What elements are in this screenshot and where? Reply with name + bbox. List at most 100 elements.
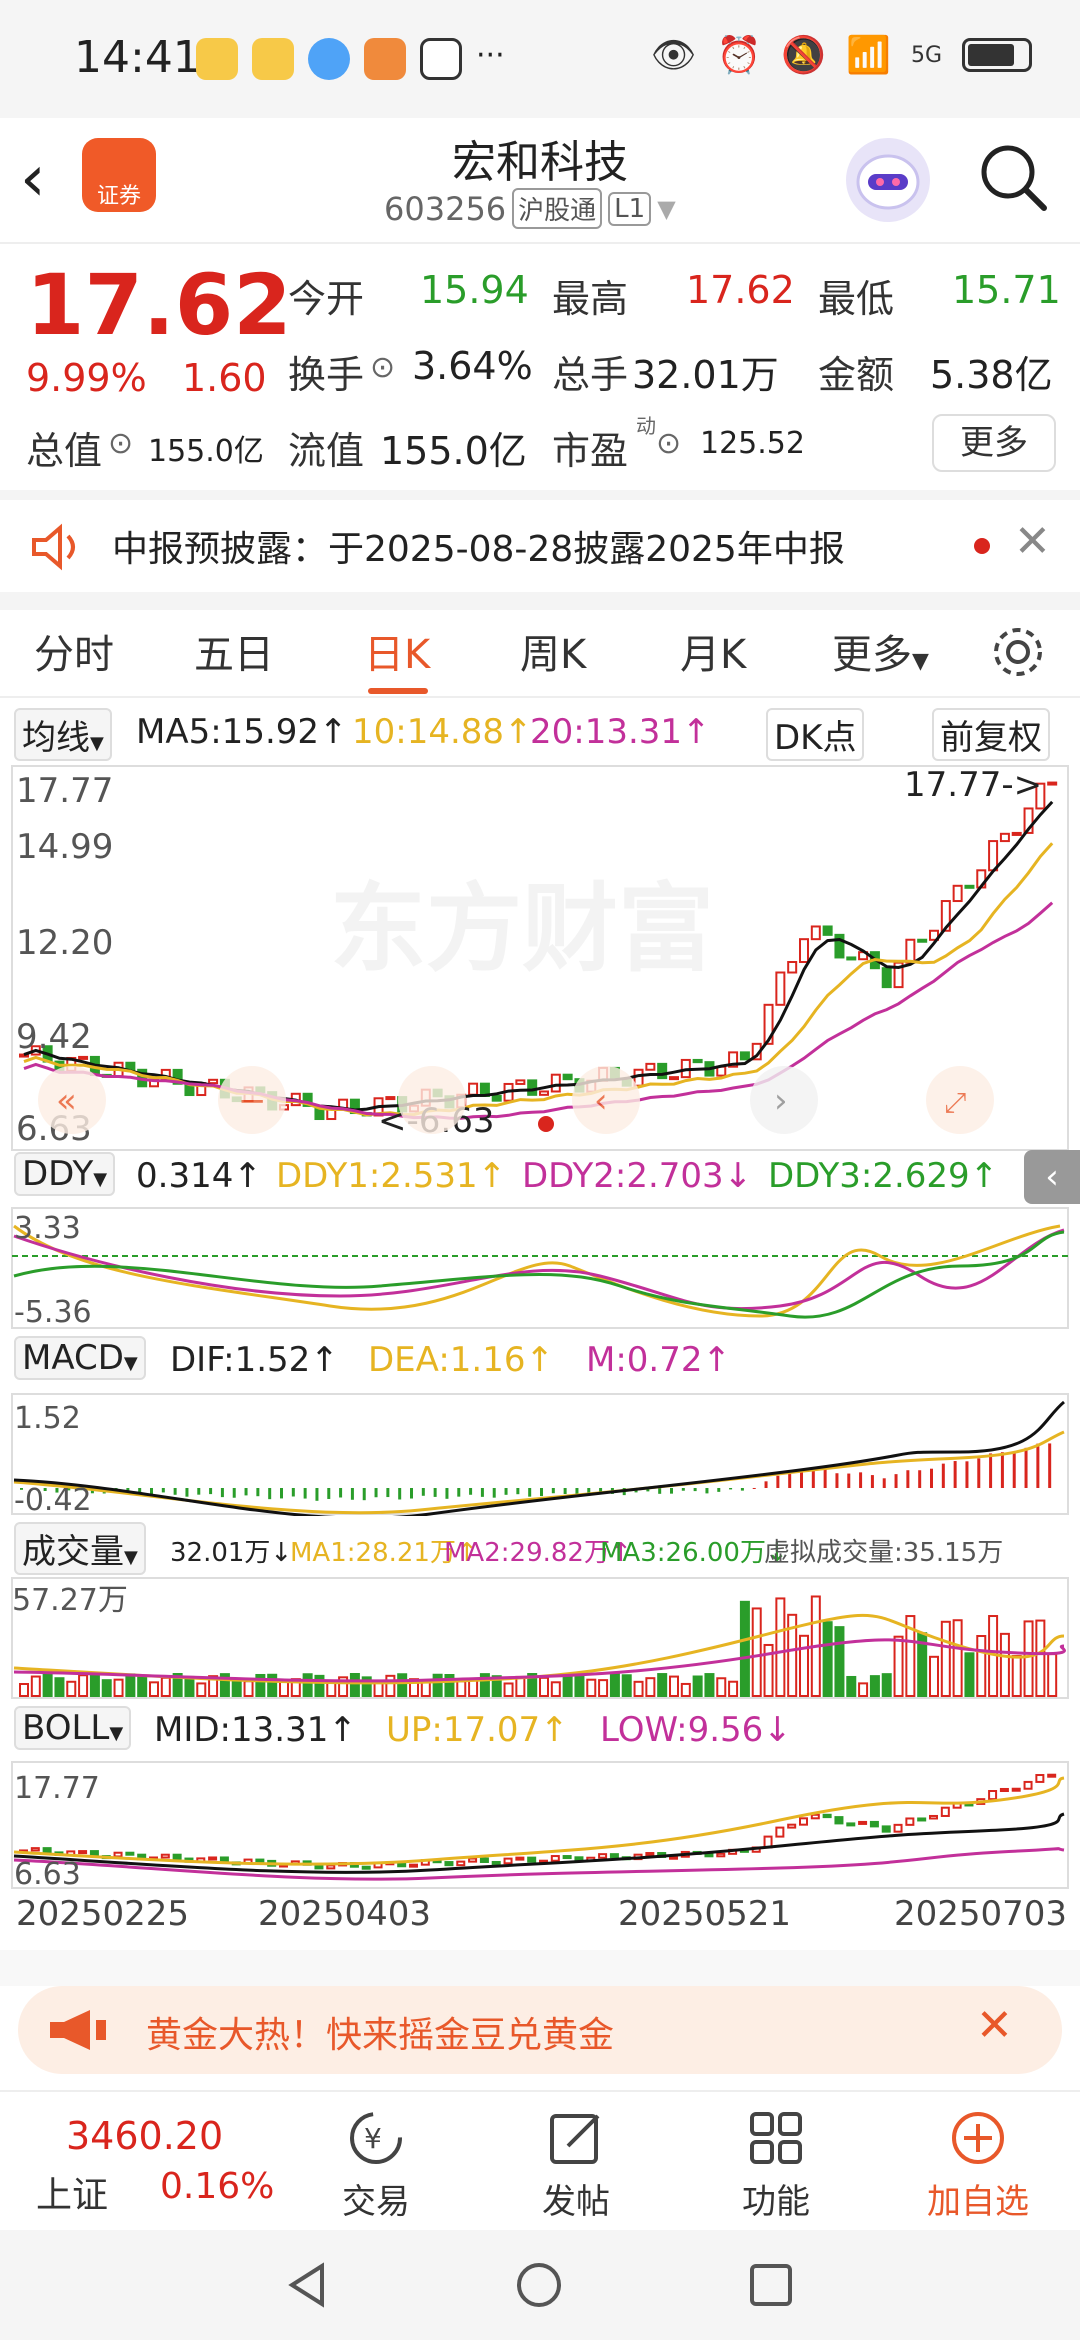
- weibo-icon: [196, 38, 238, 80]
- dk-select[interactable]: DK点: [766, 708, 865, 761]
- macd-bar: [977, 1458, 981, 1488]
- more-button[interactable]: 更多: [932, 414, 1056, 472]
- dea-value: DEA:1.16↑: [368, 1340, 554, 1380]
- index-pct: 0.16%: [160, 2166, 275, 2207]
- date-label: 20250403: [258, 1894, 432, 1934]
- candle: [539, 1090, 549, 1096]
- m-value: M:0.72↑: [586, 1340, 731, 1380]
- macd-y-bottom: -0.42: [14, 1483, 92, 1516]
- candle: [78, 1850, 88, 1855]
- volume-bar: [30, 1675, 41, 1697]
- adjust-button[interactable]: 前复权: [932, 708, 1050, 761]
- candle: [255, 1858, 265, 1863]
- boll-select[interactable]: BOLL▼: [14, 1706, 132, 1750]
- alarm-icon: ⏰: [716, 35, 762, 76]
- info-icon[interactable]: ⊙: [370, 350, 395, 385]
- tab-5day[interactable]: 五日: [194, 622, 274, 680]
- ddy-select[interactable]: DDY▼: [14, 1152, 116, 1196]
- caret-down-icon: ▼: [93, 1169, 108, 1190]
- tab-more[interactable]: 更多▼: [832, 622, 929, 680]
- candle: [1011, 1787, 1021, 1792]
- candle: [609, 1853, 619, 1859]
- candle: [78, 1055, 89, 1060]
- promo-banner[interactable]: 黄金大热！快来摇金豆兑黄金 ✕: [18, 1986, 1062, 2074]
- tab-monthly-k[interactable]: 月K: [680, 622, 746, 680]
- macd-bar: [705, 1488, 709, 1494]
- tab-intraday[interactable]: 分时: [34, 622, 114, 680]
- info-icon[interactable]: ⊙: [656, 426, 681, 461]
- macd-select[interactable]: MACD▼: [14, 1336, 146, 1380]
- search-icon[interactable]: [978, 142, 1048, 212]
- volume-bar: [976, 1635, 987, 1697]
- nav-back-icon[interactable]: [282, 2260, 332, 2310]
- macd-bar: [965, 1461, 969, 1488]
- volume-bar: [574, 1673, 585, 1698]
- candle: [515, 1856, 525, 1861]
- volume-bar: [78, 1674, 89, 1697]
- nav-functions[interactable]: 功能: [706, 2108, 846, 2223]
- candle: [810, 925, 821, 941]
- open-value: 15.94: [420, 268, 529, 312]
- tab-daily-k[interactable]: 日K: [364, 622, 430, 680]
- mute-icon: 🔕: [781, 35, 827, 76]
- close-icon[interactable]: ✕: [1014, 516, 1051, 567]
- candle: [940, 1806, 950, 1817]
- nav-add-watchlist[interactable]: 加自选: [908, 2108, 1048, 2223]
- candle: [645, 1062, 656, 1071]
- volume-bar: [929, 1655, 939, 1697]
- assistant-avatar[interactable]: [846, 138, 930, 222]
- volume-bar: [586, 1678, 597, 1697]
- macd-bar: [906, 1470, 910, 1488]
- active-tab-indicator: [368, 688, 428, 694]
- nav-recents-icon[interactable]: [746, 2260, 796, 2310]
- volume-bar: [503, 1682, 514, 1698]
- nav-trade[interactable]: ¥ 交易: [306, 2108, 446, 2223]
- nav-home-icon[interactable]: [514, 2260, 564, 2310]
- info-icon[interactable]: ⊙: [108, 426, 133, 461]
- candle: [669, 1076, 679, 1081]
- volume-bar: [846, 1675, 857, 1697]
- candle: [456, 1860, 466, 1867]
- volume-bar: [893, 1635, 904, 1697]
- candle: [30, 1847, 40, 1852]
- candle: [799, 938, 809, 964]
- index-ticker[interactable]: 3460.20 上证 0.16%: [30, 2112, 290, 2222]
- event-dot[interactable]: [538, 1116, 554, 1132]
- ma-select[interactable]: 均线▼: [14, 708, 112, 761]
- candle: [787, 1823, 797, 1829]
- notice-text: 中报预披露：于2025-08-28披露2025年中报: [112, 529, 845, 570]
- ma5-value: MA5:15.92↑: [136, 712, 348, 752]
- volume-bar: 成交量▼ 32.01万↓ MA1:28.21万↑ MA2:29.82万↑ MA3…: [0, 1520, 1080, 1575]
- candle: [208, 1856, 218, 1861]
- macd-bar: [480, 1488, 484, 1497]
- volume-bar: [598, 1679, 609, 1697]
- watermark: 东方财富: [330, 873, 714, 985]
- volume-bar: [633, 1680, 644, 1697]
- volume-bar: [113, 1678, 124, 1697]
- volume-bar: [137, 1674, 148, 1697]
- low-label: 最低: [818, 277, 895, 321]
- collapse-icon[interactable]: ‹: [1024, 1150, 1080, 1204]
- nav-post[interactable]: 发帖: [506, 2108, 646, 2223]
- kline-chart[interactable]: 东方财富 17.77 14.99 12.20 9.42 6.63 17.77->…: [0, 762, 1080, 1154]
- macd-bar: [953, 1461, 957, 1488]
- stock-code-row[interactable]: 603256 沪股通 L1 ▼: [384, 188, 676, 229]
- volume-bar: [125, 1673, 136, 1697]
- tab-weekly-k[interactable]: 周K: [520, 622, 586, 680]
- y-label-3: 12.20: [16, 923, 113, 963]
- settings-icon[interactable]: [990, 624, 1046, 680]
- zoom-in-button[interactable]: [398, 1066, 466, 1134]
- macd-bar: [244, 1488, 248, 1496]
- macd-bar: [551, 1488, 555, 1494]
- candle: [1011, 831, 1022, 836]
- notice-bar[interactable]: 中报预披露：于2025-08-28披露2025年中报 ✕: [0, 500, 1080, 592]
- volume-select[interactable]: 成交量▼: [14, 1522, 146, 1575]
- volume-bar: [456, 1680, 467, 1698]
- volume-bar: [373, 1681, 384, 1697]
- svg-text:¥: ¥: [364, 2122, 382, 2155]
- boll-y-top: 17.77: [14, 1771, 100, 1806]
- close-icon[interactable]: ✕: [976, 2000, 1013, 2051]
- float-value: 155.0亿: [380, 429, 527, 473]
- ma10-value: 10:14.88↑: [352, 712, 533, 752]
- boll-low: LOW:9.56↓: [600, 1710, 792, 1750]
